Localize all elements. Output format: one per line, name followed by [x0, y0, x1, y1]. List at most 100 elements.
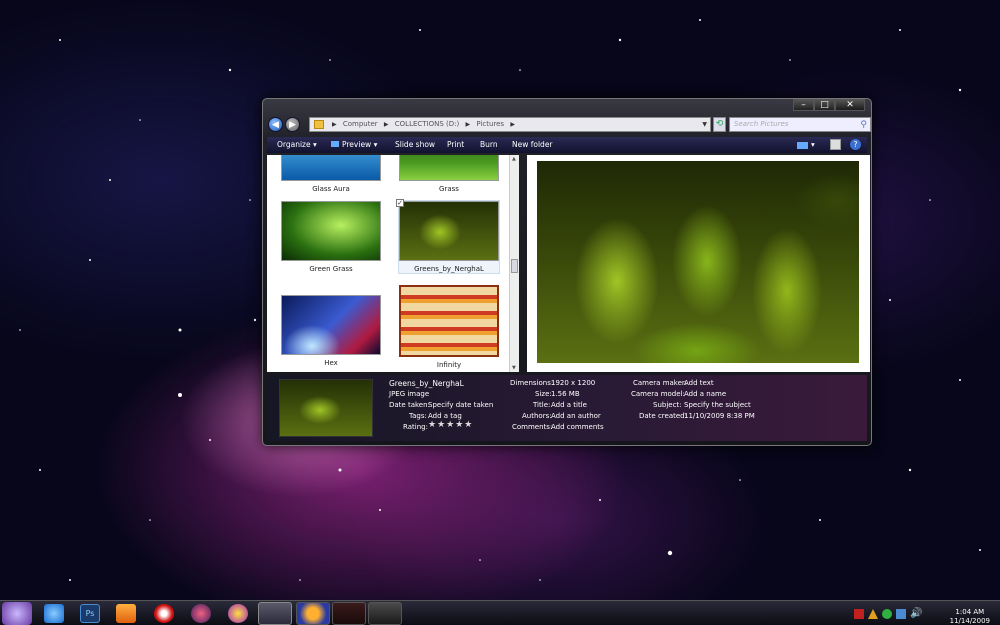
details-subject-value[interactable]: Specify the subject — [684, 401, 751, 409]
thumbnail-greens — [399, 201, 499, 261]
explorer-icon[interactable] — [258, 602, 292, 625]
forward-button[interactable]: ▶ — [285, 117, 300, 132]
preview-button[interactable]: Preview ▾ — [331, 140, 377, 149]
preview-pane-icon[interactable] — [830, 139, 841, 150]
chevron-right-icon: ▶ — [332, 121, 337, 128]
address-bar[interactable]: ▶ Computer ▶ COLLECTIONS (D:) ▶ Pictures… — [309, 117, 711, 132]
refresh-button[interactable]: ⟲ — [713, 117, 726, 132]
breadcrumb-computer[interactable]: Computer — [343, 118, 378, 131]
file-item-selected[interactable]: ✓ Greens_by_NerghaL — [396, 199, 500, 274]
details-date-created-value: 11/10/2009 8:38 PM — [684, 412, 755, 420]
thumbnail-infinity — [399, 285, 499, 357]
rating-stars[interactable]: ★★★★★ — [428, 420, 473, 430]
organize-button[interactable]: Organize ▾ — [277, 140, 317, 149]
preview-image — [537, 161, 859, 363]
thumbnail-glass-aura — [281, 155, 381, 181]
app-icon[interactable] — [332, 602, 366, 625]
selection-checkbox[interactable]: ✓ — [396, 199, 404, 207]
chevron-down-icon[interactable]: ▼ — [702, 118, 707, 131]
details-date-taken-value[interactable]: Specify date taken — [428, 401, 493, 409]
details-tags-value[interactable]: Add a tag — [428, 412, 462, 420]
file-label: Green Grass — [309, 265, 353, 273]
network-icon[interactable] — [896, 609, 906, 619]
details-size-label: Size: — [535, 390, 552, 398]
file-list: Glass Aura Grass Green Grass ✓ Greens_by… — [267, 155, 517, 372]
details-title-label: Title: — [533, 401, 551, 409]
chevron-down-icon[interactable]: ▾ — [811, 140, 815, 149]
warning-icon[interactable] — [868, 609, 878, 619]
command-bar: Organize ▾ Preview ▾ Slide show Print Bu… — [267, 137, 867, 153]
print-button[interactable]: Print — [447, 140, 464, 149]
preview-pane — [527, 155, 870, 372]
details-comments-label: Comments: — [512, 423, 553, 431]
minimize-button[interactable]: – — [793, 99, 814, 111]
details-rating-label: Rating: — [403, 423, 428, 431]
scrollbar-thumb[interactable] — [511, 259, 518, 273]
breadcrumb-pictures[interactable]: Pictures — [476, 118, 504, 131]
details-camera-maker-value[interactable]: Add text — [684, 379, 714, 387]
folder-icon — [314, 120, 324, 129]
tray-status-icon[interactable] — [882, 609, 892, 619]
details-dimensions-value: 1920 x 1200 — [551, 379, 596, 387]
details-subject-label: Subject: — [653, 401, 682, 409]
media-player-icon[interactable] — [116, 604, 136, 623]
chevron-right-icon[interactable]: ▶ — [384, 118, 389, 131]
file-item[interactable]: Hex — [281, 295, 381, 367]
details-thumbnail — [279, 379, 373, 437]
view-icon[interactable] — [797, 142, 808, 149]
preview-label: Preview — [342, 140, 372, 149]
details-date-created-label: Date created: — [639, 412, 687, 420]
maximize-button[interactable]: □ — [814, 99, 835, 111]
search-input[interactable]: Search Pictures ⚲ — [729, 117, 871, 132]
clock[interactable]: 1:04 AM 11/14/2009 — [950, 608, 990, 625]
back-button[interactable]: ◀ — [268, 117, 283, 132]
photoshop-icon[interactable]: Ps — [80, 604, 100, 623]
preview-icon — [331, 141, 339, 147]
file-list-scrollbar[interactable]: ▲ ▼ — [509, 155, 519, 372]
explorer-window: – □ ✕ ◀ ▶ ▶ Computer ▶ COLLECTIONS (D:) … — [262, 98, 872, 446]
system-tray: 🔊 1:04 AM 11/14/2009 — [846, 605, 996, 625]
thumbnail-green-grass — [281, 201, 381, 261]
new-folder-button[interactable]: New folder — [512, 140, 553, 149]
clock-date: 11/14/2009 — [949, 617, 990, 625]
game-icon[interactable] — [368, 602, 402, 625]
close-button[interactable]: ✕ — [835, 99, 865, 111]
firefox-icon[interactable] — [296, 602, 330, 625]
details-authors-value[interactable]: Add an author — [551, 412, 601, 420]
details-date-taken-label: Date taken: — [389, 401, 430, 409]
file-label: Hex — [324, 359, 338, 367]
messenger-icon[interactable] — [228, 604, 248, 623]
chevron-right-icon[interactable]: ▶ — [465, 118, 470, 131]
file-item[interactable]: Infinity — [399, 285, 499, 369]
volume-icon[interactable]: 🔊 — [910, 608, 922, 619]
file-label: Infinity — [436, 361, 462, 369]
details-authors-label: Authors: — [522, 412, 552, 420]
details-camera-model-value[interactable]: Add a name — [684, 390, 726, 398]
organize-label: Organize — [277, 140, 311, 149]
help-icon[interactable]: ? — [850, 139, 861, 150]
details-tags-label: Tags: — [409, 412, 427, 420]
thumbnail-hex — [281, 295, 381, 355]
search-icon[interactable]: ⚲ — [860, 119, 867, 132]
file-item[interactable]: Green Grass — [281, 201, 381, 273]
address-row: ◀ ▶ ▶ Computer ▶ COLLECTIONS (D:) ▶ Pict… — [267, 117, 871, 133]
tray-app-icon[interactable] — [854, 609, 864, 619]
window-controls: – □ ✕ — [793, 99, 865, 111]
ball-icon[interactable] — [154, 604, 174, 623]
chevron-right-icon[interactable]: ▶ — [510, 118, 515, 131]
internet-explorer-icon[interactable] — [44, 604, 64, 623]
details-title-value[interactable]: Add a title — [551, 401, 587, 409]
start-button[interactable] — [2, 602, 32, 625]
file-label: Glass Aura — [312, 185, 350, 193]
details-comments-value[interactable]: Add comments — [551, 423, 604, 431]
slideshow-button[interactable]: Slide show — [395, 140, 435, 149]
gem-icon[interactable] — [191, 604, 211, 623]
breadcrumb-collections[interactable]: COLLECTIONS (D:) — [395, 118, 459, 131]
scroll-down-icon[interactable]: ▼ — [512, 365, 516, 371]
file-item[interactable]: Grass — [399, 155, 499, 193]
burn-button[interactable]: Burn — [480, 140, 498, 149]
scroll-up-icon[interactable]: ▲ — [512, 156, 516, 162]
details-file-name: Greens_by_NerghaL — [389, 379, 464, 388]
taskbar: Ps 🔊 1:04 AM 11/14/2009 — [0, 600, 1000, 625]
file-item[interactable]: Glass Aura — [281, 155, 381, 193]
